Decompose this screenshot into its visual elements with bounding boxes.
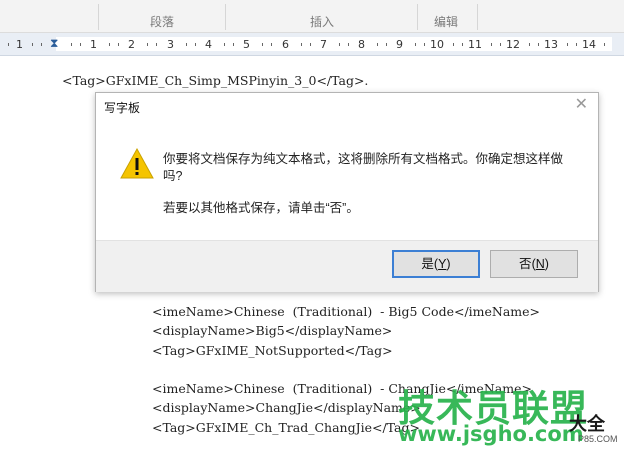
warning-icon xyxy=(120,148,154,179)
ruler-tick xyxy=(156,43,157,46)
document-line: <Tag>GFxIME_Ch_Simp_MSPinyin_3_0</Tag>. xyxy=(62,73,369,88)
dialog-button-bar: 是(Y) 否(N) xyxy=(96,240,598,292)
indent-marker-icon[interactable]: ⧗ xyxy=(50,36,58,51)
ruler-tick xyxy=(377,43,378,46)
ribbon-separator xyxy=(417,4,418,30)
ruler-tick xyxy=(186,43,187,46)
ruler-number: 3 xyxy=(167,38,174,51)
watermark-url: www.jsgho.com xyxy=(398,422,584,446)
ruler-tick xyxy=(415,43,416,46)
ruler-number: 14 xyxy=(582,38,596,51)
yes-button-label: 是 xyxy=(421,257,434,271)
ruler-tick xyxy=(567,43,568,46)
ruler-number: 8 xyxy=(358,38,365,51)
ruler-tick xyxy=(386,43,387,46)
watermark-brand: 大全 xyxy=(569,414,605,434)
ribbon-group-bar: 段落 插入 编辑 xyxy=(0,0,624,33)
ruler-tick xyxy=(233,43,234,46)
close-icon[interactable]: ✕ xyxy=(575,94,588,114)
dialog-title: 写字板 xyxy=(104,101,141,115)
ribbon-separator xyxy=(98,4,99,30)
ribbon-group-paragraph: 段落 xyxy=(149,15,174,29)
ruler-tick xyxy=(453,43,454,46)
ruler-number: 10 xyxy=(430,38,444,51)
yes-button-accesskey: Y xyxy=(438,257,447,271)
ruler-number: 4 xyxy=(205,38,212,51)
ruler-tick xyxy=(604,43,605,46)
ruler-tick xyxy=(529,43,530,46)
ruler-tick xyxy=(500,43,501,46)
document-line: <displayName>ChangJie</displayName> xyxy=(152,400,421,415)
ruler-tick xyxy=(310,43,311,46)
ribbon-group-edit: 编辑 xyxy=(433,15,458,29)
ruler-tick xyxy=(262,43,263,46)
ruler-tick xyxy=(109,43,110,46)
ruler-tick xyxy=(80,43,81,46)
ribbon-group-insert: 插入 xyxy=(309,15,334,29)
ribbon-separator xyxy=(225,4,226,30)
ruler-number: 7 xyxy=(320,38,327,51)
ruler-tick xyxy=(71,43,72,46)
yes-button[interactable]: 是(Y) xyxy=(392,250,480,278)
ribbon-separator xyxy=(477,4,478,30)
ruler-tick xyxy=(224,43,225,46)
watermark-brand-url: P85.COM xyxy=(578,434,618,444)
no-button-accesskey: N xyxy=(535,257,545,271)
ruler-number: 5 xyxy=(243,38,250,51)
ruler-tick xyxy=(348,43,349,46)
dialog-message-main: 你要将文档保存为纯文本格式，这将删除所有文档格式。你确定想这样做吗? xyxy=(163,152,564,183)
ruler-number: 12 xyxy=(506,38,520,51)
ruler-tick xyxy=(462,43,463,46)
document-line: <Tag>GFxIME_NotSupported</Tag> xyxy=(152,343,393,358)
ruler[interactable]: ⧗ 1 1 2 3 4 5 6 7 8 9 10 11 12 13 14 xyxy=(0,33,624,56)
ruler-tick xyxy=(339,43,340,46)
ruler-number: 2 xyxy=(128,38,135,51)
ruler-tick xyxy=(271,43,272,46)
ruler-tick xyxy=(118,43,119,46)
ruler-number: 13 xyxy=(544,38,558,51)
document-line: <Tag>GFxIME_Ch_Trad_ChangJie</Tag> xyxy=(152,420,420,435)
ruler-tick xyxy=(147,43,148,46)
ruler-number: 1 xyxy=(16,38,23,51)
ruler-tick xyxy=(41,43,42,46)
no-button[interactable]: 否(N) xyxy=(490,250,578,278)
ruler-tick xyxy=(8,43,9,46)
no-button-label: 否 xyxy=(519,257,532,271)
ruler-number: 9 xyxy=(396,38,403,51)
ruler-tick xyxy=(538,43,539,46)
ruler-tick xyxy=(32,43,33,46)
save-format-dialog: 写字板 ✕ 你要将文档保存为纯文本格式，这将删除所有文档格式。你确定想这样做吗?… xyxy=(95,92,599,292)
ruler-number: 1 xyxy=(90,38,97,51)
ruler-number: 6 xyxy=(282,38,289,51)
document-line: <imeName>Chinese (Traditional) - Big5 Co… xyxy=(152,304,541,319)
ruler-tick xyxy=(195,43,196,46)
ruler-number: 11 xyxy=(468,38,482,51)
ruler-tick xyxy=(424,43,425,46)
ruler-tick xyxy=(491,43,492,46)
document-line: <displayName>Big5</displayName> xyxy=(152,323,393,338)
ruler-tick xyxy=(576,43,577,46)
dialog-message-hint: 若要以其他格式保存，请单击“否”。 xyxy=(163,201,359,215)
ruler-tick xyxy=(301,43,302,46)
